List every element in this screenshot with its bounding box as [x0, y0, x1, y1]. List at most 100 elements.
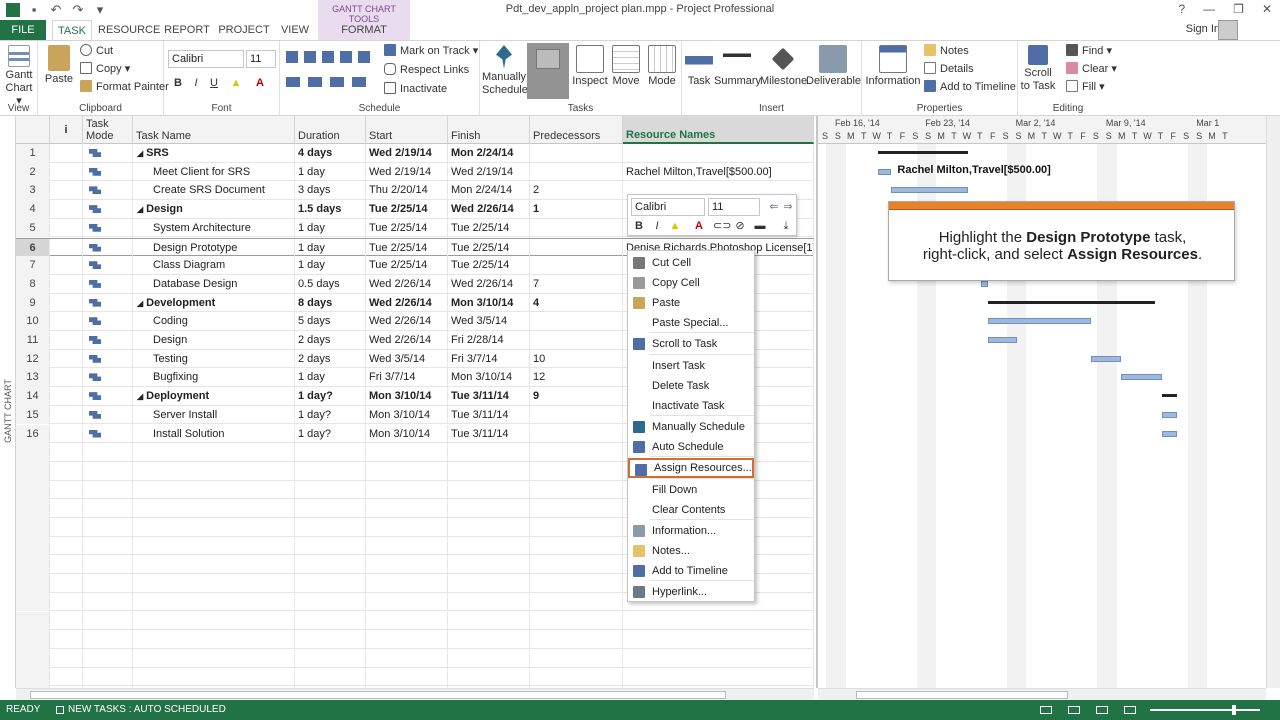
empty-cell[interactable] — [50, 630, 83, 649]
menu-item-clear-contents[interactable]: Clear Contents — [628, 500, 754, 520]
empty-cell[interactable] — [50, 536, 83, 556]
empty-cell[interactable] — [295, 574, 366, 593]
empty-cell[interactable] — [133, 443, 295, 462]
predecessors-header[interactable]: Predecessors — [530, 116, 623, 144]
task-name-cell[interactable]: Coding — [133, 312, 295, 331]
font-size-select[interactable]: 11 — [246, 50, 276, 68]
empty-cell[interactable] — [530, 443, 623, 462]
finish-header[interactable]: Finish — [448, 116, 530, 144]
start-cell[interactable]: Wed 2/26/14 — [366, 331, 448, 350]
start-cell[interactable]: Wed 2/19/14 — [366, 144, 448, 163]
empty-cell[interactable] — [295, 592, 366, 612]
empty-cell[interactable] — [366, 611, 448, 631]
menu-item-notes[interactable]: Notes... — [628, 541, 754, 561]
finish-cell[interactable]: Wed 2/19/14 — [448, 162, 530, 182]
empty-cell[interactable] — [50, 480, 83, 500]
collapse-toggle-icon[interactable]: ◢ — [137, 392, 143, 401]
menu-item-information[interactable]: Information... — [628, 521, 754, 541]
task-mode-cell[interactable] — [83, 387, 133, 406]
help-button[interactable]: ? — [1178, 2, 1185, 16]
duration-cell[interactable]: 1 day — [295, 368, 366, 388]
row-number[interactable]: 12 — [16, 349, 50, 369]
task-name-cell[interactable]: Design — [133, 331, 295, 350]
task-mode-cell[interactable] — [83, 349, 133, 369]
task-mode-cell[interactable] — [83, 238, 133, 258]
empty-cell[interactable] — [295, 480, 366, 500]
empty-cell[interactable] — [83, 630, 133, 649]
empty-cell[interactable] — [295, 667, 366, 687]
empty-cell[interactable] — [366, 461, 448, 481]
collapse-toggle-icon[interactable]: ◢ — [137, 299, 143, 308]
tab-report[interactable]: REPORT — [164, 20, 210, 40]
menu-item-add-to-timeline[interactable]: Add to Timeline — [628, 561, 754, 581]
predecessors-cell[interactable] — [530, 144, 623, 163]
tab-resource[interactable]: RESOURCE — [98, 20, 160, 40]
task-mode-cell[interactable] — [83, 162, 133, 182]
task-mode-cell[interactable] — [83, 144, 133, 163]
empty-cell[interactable] — [295, 648, 366, 668]
empty-cell[interactable] — [133, 461, 295, 481]
menu-item-paste[interactable]: Paste — [628, 293, 754, 313]
duration-header[interactable]: Duration — [295, 116, 366, 144]
empty-cell[interactable] — [366, 592, 448, 612]
predecessors-cell[interactable]: 9 — [530, 387, 623, 406]
summary-bar[interactable] — [987, 300, 1156, 304]
task-name-cell[interactable]: ◢ Development — [133, 293, 295, 313]
indicator-cell[interactable] — [50, 200, 83, 219]
indicator-cell[interactable] — [50, 424, 83, 444]
empty-cell[interactable] — [366, 499, 448, 518]
new-tasks-status[interactable]: NEW TASKS : AUTO SCHEDULED — [68, 700, 226, 720]
empty-cell[interactable] — [83, 648, 133, 668]
task-bar[interactable] — [1090, 355, 1121, 362]
empty-cell[interactable] — [530, 555, 623, 575]
duration-cell[interactable]: 1.5 days — [295, 200, 366, 219]
row-number[interactable]: 1 — [16, 144, 50, 163]
tab-task[interactable]: TASK — [52, 20, 92, 40]
paste-button[interactable]: Paste — [44, 45, 74, 86]
start-cell[interactable]: Thu 2/20/14 — [366, 181, 448, 201]
indicator-cell[interactable] — [50, 218, 83, 238]
predecessors-cell[interactable] — [530, 218, 623, 238]
empty-cell[interactable] — [50, 574, 83, 593]
empty-cell[interactable] — [366, 630, 448, 649]
empty-cell[interactable] — [133, 518, 295, 537]
empty-cell[interactable] — [16, 499, 50, 518]
start-cell[interactable]: Fri 3/7/14 — [366, 368, 448, 388]
start-cell[interactable]: Wed 2/26/14 — [366, 274, 448, 294]
menu-item-inactivate-task[interactable]: Inactivate Task — [628, 396, 754, 416]
empty-cell[interactable] — [16, 574, 50, 593]
start-cell[interactable]: Mon 3/10/14 — [366, 387, 448, 406]
menu-item-paste-special[interactable]: Paste Special... — [628, 313, 754, 333]
predecessors-cell[interactable]: 2 — [530, 181, 623, 201]
empty-cell[interactable] — [50, 443, 83, 462]
empty-cell[interactable] — [530, 536, 623, 556]
empty-cell[interactable] — [295, 518, 366, 537]
indicators-header[interactable]: i — [50, 116, 83, 144]
empty-cell[interactable] — [366, 480, 448, 500]
task-bar[interactable] — [987, 337, 1018, 343]
insert-summary-button[interactable]: Summary — [714, 45, 761, 88]
grid-horizontal-scrollbar[interactable] — [16, 688, 814, 700]
empty-cell[interactable] — [623, 611, 814, 631]
empty-row[interactable] — [16, 667, 814, 687]
finish-cell[interactable]: Tue 3/11/14 — [448, 424, 530, 444]
empty-cell[interactable] — [50, 592, 83, 612]
tab-view[interactable]: VIEW — [278, 20, 312, 40]
close-button[interactable]: ✕ — [1262, 2, 1272, 16]
duration-cell[interactable]: 1 day — [295, 218, 366, 238]
row-number[interactable]: 4 — [16, 200, 50, 219]
start-cell[interactable]: Tue 2/25/14 — [366, 218, 448, 238]
empty-cell[interactable] — [448, 667, 530, 687]
empty-cell[interactable] — [50, 611, 83, 631]
minimize-button[interactable]: — — [1203, 2, 1215, 16]
task-bar[interactable] — [890, 187, 969, 194]
duration-cell[interactable]: 1 day — [295, 256, 366, 275]
mini-font-select[interactable]: Calibri — [631, 198, 705, 216]
start-cell[interactable]: Wed 2/26/14 — [366, 293, 448, 313]
empty-cell[interactable] — [83, 611, 133, 631]
empty-cell[interactable] — [530, 574, 623, 593]
empty-cell[interactable] — [530, 461, 623, 481]
finish-cell[interactable]: Mon 3/10/14 — [448, 368, 530, 388]
empty-cell[interactable] — [448, 461, 530, 481]
empty-cell[interactable] — [295, 630, 366, 649]
